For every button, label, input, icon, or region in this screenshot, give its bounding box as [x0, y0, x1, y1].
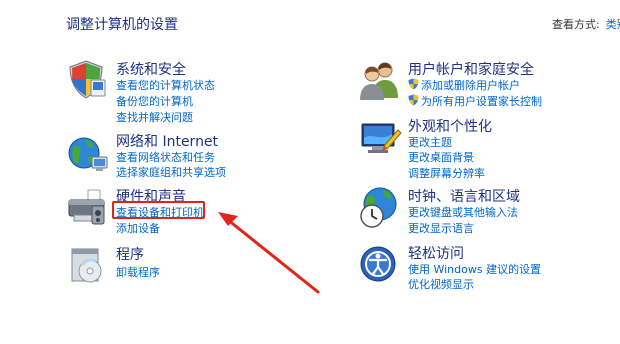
category-title[interactable]: 网络和 Internet	[116, 131, 218, 151]
page-title: 调整计算机的设置	[66, 17, 178, 33]
uac-shield-icon	[408, 94, 419, 106]
link-uninstall-program[interactable]: 卸载程序	[116, 264, 160, 280]
view-by-dropdown[interactable]: 类别	[606, 18, 620, 31]
category-title[interactable]: 用户帐户和家庭安全	[408, 59, 534, 79]
link-view-computer-status[interactable]: 查看您的计算机状态	[116, 77, 215, 93]
category-title[interactable]: 时钟、语言和区域	[408, 186, 520, 206]
clock-globe-icon[interactable]	[358, 186, 402, 230]
link-parental-controls[interactable]: 为所有用户设置家长控制	[408, 93, 542, 109]
link-find-fix-problems[interactable]: 查找并解决问题	[116, 109, 193, 125]
ease-of-access-icon[interactable]	[358, 242, 402, 286]
view-by-label: 查看方式:	[552, 18, 600, 31]
programs-icon[interactable]	[66, 243, 110, 287]
link-change-desktop-background[interactable]: 更改桌面背景	[408, 149, 474, 165]
view-by: 查看方式: 类别	[552, 16, 620, 32]
category-title[interactable]: 外观和个性化	[408, 116, 492, 136]
link-add-remove-users[interactable]: 添加或删除用户帐户	[408, 77, 520, 93]
link-change-keyboard-input[interactable]: 更改键盘或其他输入法	[408, 204, 518, 220]
users-icon[interactable]	[358, 58, 402, 102]
link-change-display-language[interactable]: 更改显示语言	[408, 220, 474, 236]
category-title[interactable]: 轻松访问	[408, 243, 464, 263]
link-homegroup-sharing[interactable]: 选择家庭组和共享选项	[116, 164, 226, 180]
uac-shield-icon	[408, 78, 419, 90]
link-backup-computer[interactable]: 备份您的计算机	[116, 93, 193, 109]
link-label: 为所有用户设置家长控制	[421, 95, 542, 108]
link-label: 添加或删除用户帐户	[421, 79, 520, 92]
link-add-device[interactable]: 添加设备	[116, 220, 160, 236]
security-shield-icon[interactable]	[66, 58, 110, 102]
link-optimize-video-display[interactable]: 优化视频显示	[408, 276, 474, 292]
link-adjust-resolution[interactable]: 调整屏幕分辨率	[408, 165, 485, 181]
link-recommended-settings[interactable]: 使用 Windows 建议的设置	[408, 261, 541, 277]
link-view-network-status[interactable]: 查看网络状态和任务	[116, 149, 215, 165]
network-globe-icon[interactable]	[66, 131, 110, 175]
appearance-icon[interactable]	[358, 116, 402, 160]
category-title[interactable]: 系统和安全	[116, 59, 186, 79]
category-title[interactable]: 程序	[116, 244, 144, 264]
link-change-theme[interactable]: 更改主题	[408, 134, 452, 150]
printer-icon[interactable]	[66, 186, 110, 230]
annotation-highlight-box	[112, 201, 205, 219]
